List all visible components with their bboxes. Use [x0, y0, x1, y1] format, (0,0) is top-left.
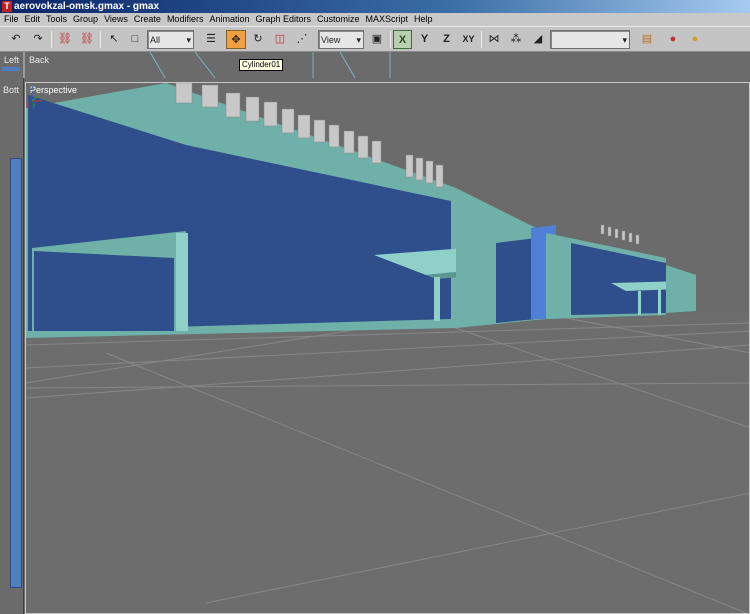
upper-viewport-wireframe [2, 52, 391, 78]
menu-tools[interactable]: Tools [44, 13, 71, 26]
select-by-name-icon[interactable]: ☰ [201, 30, 221, 49]
toolbar-separator [51, 31, 52, 48]
menu-customize[interactable]: Customize [315, 13, 364, 26]
pivot-center-icon[interactable]: ⋰ [292, 30, 312, 49]
undo-icon[interactable]: ↶ [6, 30, 26, 49]
redo-icon[interactable]: ↷ [28, 30, 48, 49]
menu-animation[interactable]: Animation [207, 13, 253, 26]
mirror-icon[interactable]: ⋈ [484, 30, 504, 49]
gizmo-z-label: z [30, 85, 34, 92]
select-object-icon[interactable]: ↖ [104, 30, 124, 49]
restrict-z-button[interactable]: Z [437, 30, 456, 49]
unlink-selection-icon[interactable]: ⛓ [77, 30, 97, 49]
quick-render-icon[interactable]: ● [685, 30, 705, 49]
menu-modifiers[interactable]: Modifiers [165, 13, 208, 26]
window-title: aerovokzal-omsk.gmax - gmax [14, 1, 160, 12]
menu-bar: File Edit Tools Group Views Create Modif… [0, 13, 750, 26]
menu-create[interactable]: Create [132, 13, 165, 26]
region-select-icon[interactable]: □ [125, 30, 145, 49]
perspective-scene [26, 83, 749, 613]
object-tooltip: Cylinder01 [239, 59, 284, 71]
toolbar-separator [481, 31, 482, 48]
menu-views[interactable]: Views [102, 13, 132, 26]
restrict-x-button[interactable]: X [393, 30, 412, 49]
select-and-rotate-icon[interactable]: ↻ [248, 30, 268, 49]
select-and-move-icon[interactable]: ✥ [226, 30, 246, 49]
bottom-viewport-wall [10, 158, 22, 588]
reference-coordinate-dropdown[interactable]: View [318, 30, 364, 50]
menu-file[interactable]: File [2, 13, 23, 26]
restrict-xy-button[interactable]: XY [459, 30, 478, 49]
main-toolbar: ↶ ↷ ⛓ ⛓ ↖ □ All ☰ ✥ ↻ ◫ ⋰ View ▣ X Y Z X… [0, 26, 750, 52]
select-and-link-icon[interactable]: ⛓ [55, 30, 75, 49]
bottom-viewport-label[interactable]: Bott [3, 85, 19, 95]
upper-viewports-strip: Left Back [0, 52, 750, 78]
menu-group[interactable]: Group [71, 13, 102, 26]
toolbar-separator [100, 31, 101, 48]
selection-filter-dropdown[interactable]: All [147, 30, 194, 50]
gizmo-x-label: x [26, 102, 30, 109]
named-selection-dropdown[interactable] [550, 30, 630, 50]
render-scene-icon[interactable]: ● [663, 30, 683, 49]
title-bar: T aerovokzal-omsk.gmax - gmax [0, 0, 750, 13]
gizmo-y-label: y [32, 102, 36, 109]
restrict-y-button[interactable]: Y [415, 30, 434, 49]
menu-maxscript[interactable]: MAXScript [364, 13, 413, 26]
pivot-point-center-icon[interactable]: ▣ [367, 30, 387, 49]
gmax-app-icon[interactable]: T [2, 1, 12, 12]
menu-help[interactable]: Help [412, 13, 437, 26]
align-icon[interactable]: ◢ [528, 30, 548, 49]
toolbar-separator [390, 31, 391, 48]
bottom-viewport[interactable]: Bott [0, 78, 24, 614]
perspective-viewport[interactable]: Perspective z x y [25, 82, 750, 614]
material-editor-icon[interactable]: ▤ [637, 30, 657, 49]
menu-edit[interactable]: Edit [23, 13, 45, 26]
menu-graph-editors[interactable]: Graph Editors [253, 13, 315, 26]
select-and-scale-icon[interactable]: ◫ [270, 30, 290, 49]
axis-tripod-icon: z x y [26, 85, 42, 109]
array-icon[interactable]: ⁂ [506, 30, 526, 49]
